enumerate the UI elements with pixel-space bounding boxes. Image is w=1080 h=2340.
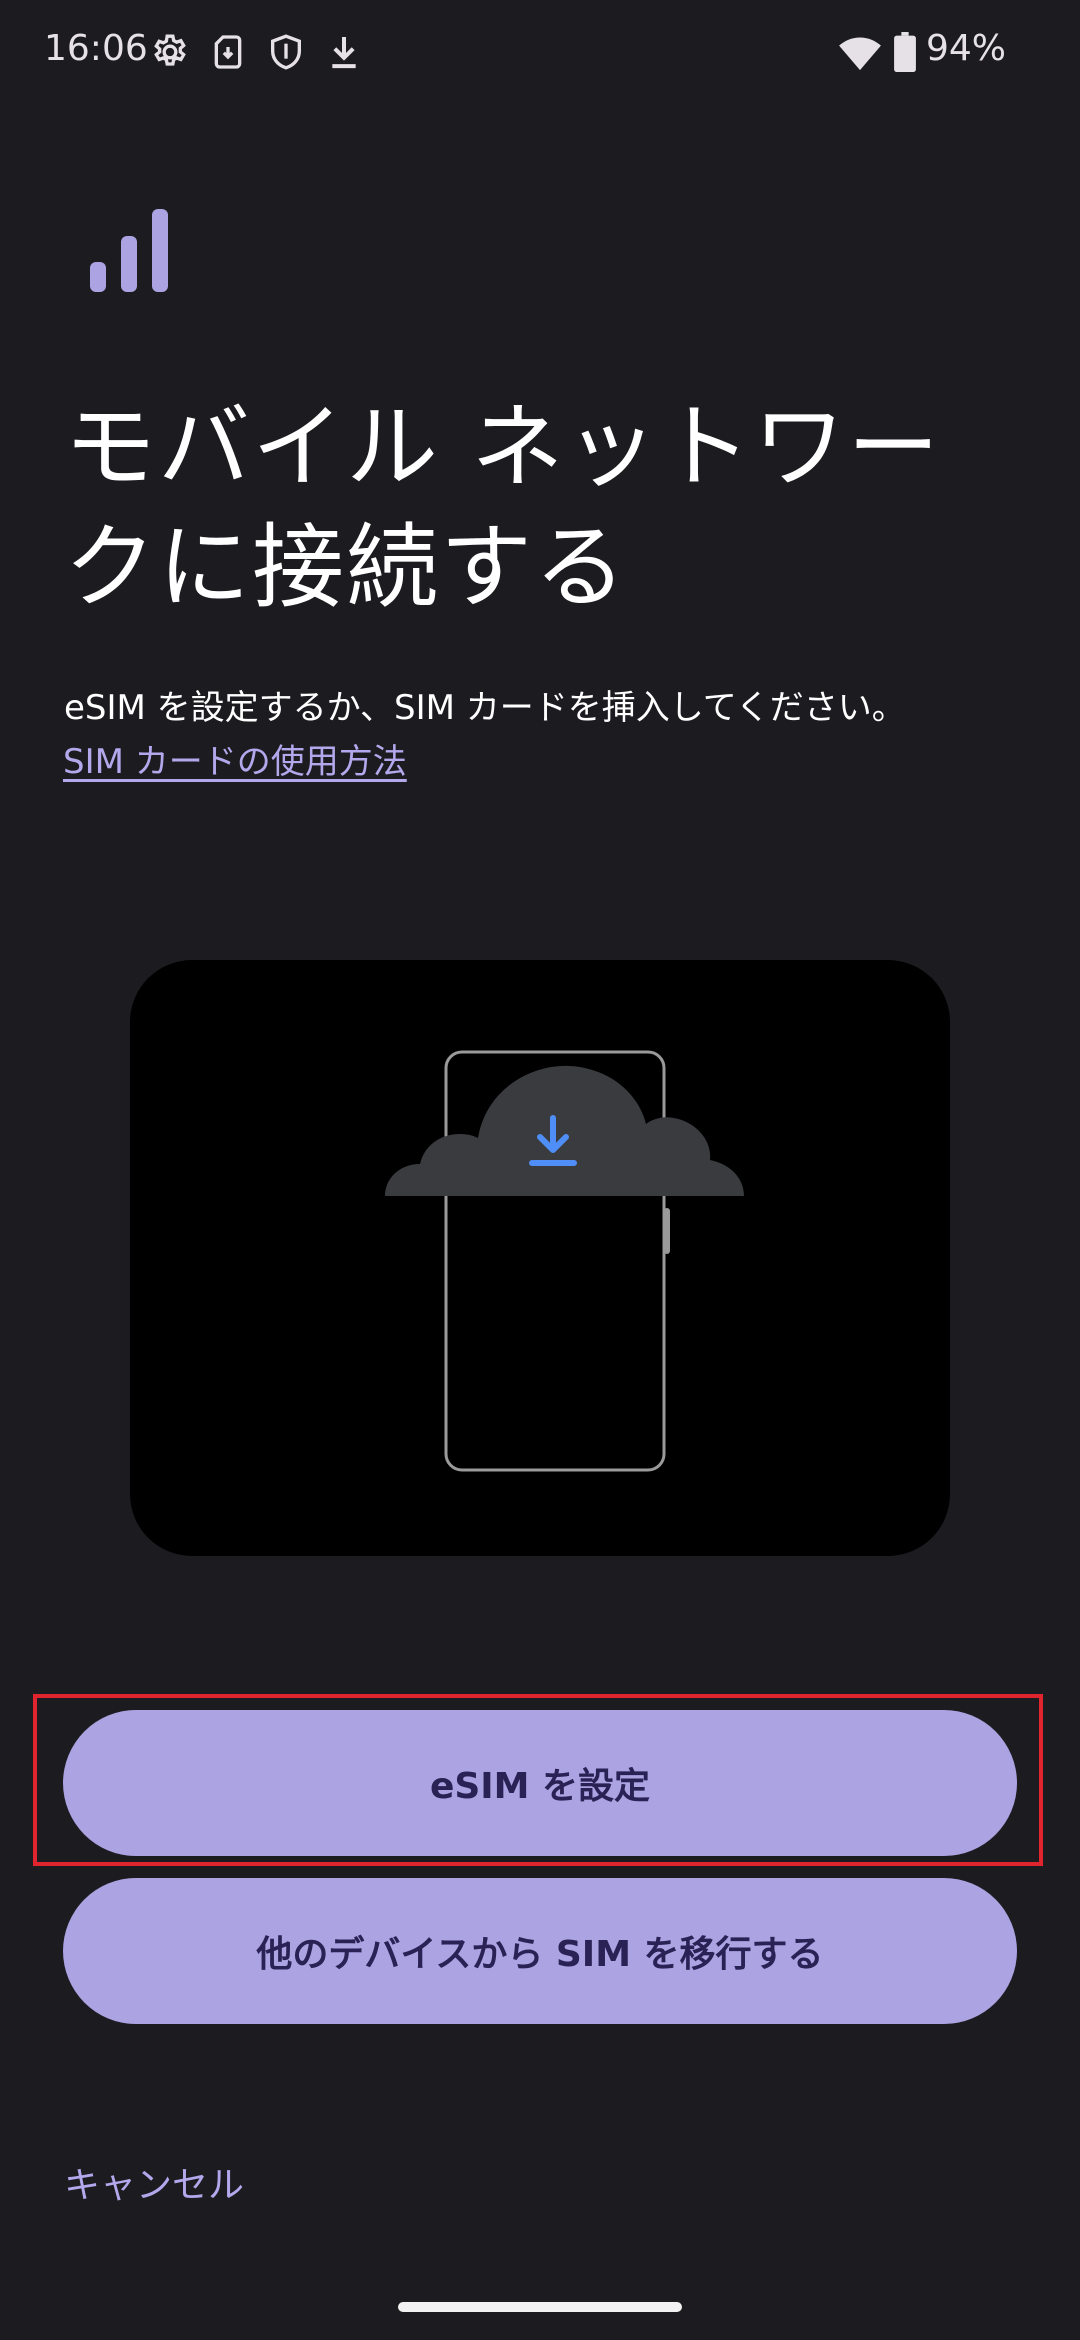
battery-percentage: 94% (926, 28, 1007, 69)
battery-icon (894, 32, 916, 72)
home-indicator[interactable] (398, 2302, 682, 2312)
cancel-button[interactable]: キャンセル (64, 2156, 244, 2208)
settings-icon (154, 34, 186, 66)
wifi-icon (839, 37, 881, 71)
transfer-sim-button[interactable]: 他のデバイスから SIM を移行する (63, 1878, 1017, 2024)
cloud-download-phone-illustration (385, 1050, 744, 1472)
status-bar: 16:06 94% (0, 0, 1080, 104)
page-title: モバイル ネットワークに接続する (64, 394, 942, 621)
shield-icon (271, 34, 301, 70)
status-time: 16:06 (44, 28, 148, 69)
esim-illustration (130, 960, 950, 1556)
sim-card-help-link[interactable]: SIM カードの使用方法 (63, 736, 407, 788)
setup-esim-button[interactable]: eSIM を設定 (63, 1710, 1017, 1856)
download-icon (332, 37, 356, 69)
description-text: eSIM を設定するか、SIM カードを挿入してください。 (64, 688, 906, 728)
sim-download-icon (214, 35, 242, 69)
signal-bars-icon (90, 209, 168, 292)
